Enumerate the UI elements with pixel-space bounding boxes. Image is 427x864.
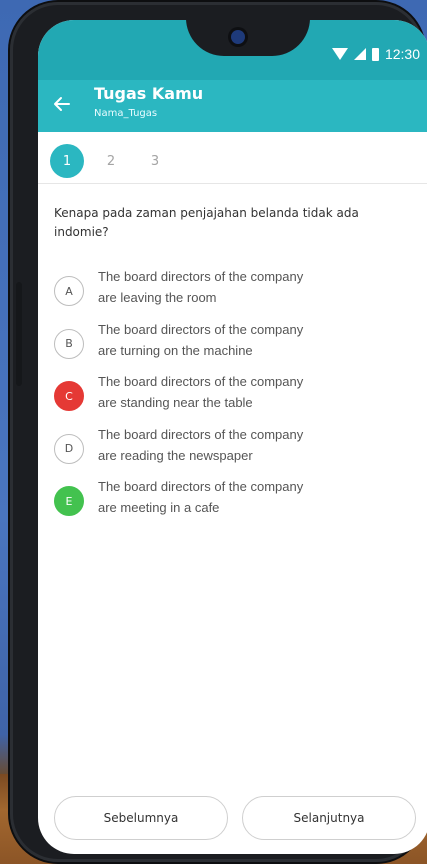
step-1[interactable]: 1	[50, 144, 84, 178]
option-line-2: are reading the newspaper	[98, 447, 253, 463]
option-line-1: The board directors of the company	[98, 479, 304, 494]
page-subtitle: Nama_Tugas	[94, 108, 158, 119]
option-letter-correct: E	[54, 486, 84, 516]
option-text: The board directors of the company are m…	[98, 476, 358, 518]
option-line-1: The board directors of the company	[98, 269, 304, 284]
option-text: The board directors of the company are l…	[98, 266, 358, 308]
option-line-1: The board directors of the company	[98, 321, 304, 337]
option-b[interactable]: B The board directors of the company are…	[54, 319, 394, 372]
arrow-left-icon	[54, 97, 70, 111]
option-line-1: The board directors of the company	[98, 426, 304, 442]
option-line-2: are meeting in a cafe	[98, 500, 220, 515]
front-camera	[231, 30, 245, 44]
question-stepper: 1 2 3	[38, 132, 427, 184]
camera-notch	[186, 20, 310, 56]
option-line-1: The board directors of the company	[98, 374, 304, 389]
phone-screen: 12:30 Tugas Kamu Nama_Tugas 1 2 3 Kenapa…	[38, 20, 427, 854]
option-letter: B	[54, 328, 84, 359]
wifi-icon	[331, 48, 348, 60]
phone-side-button	[16, 282, 22, 386]
battery-icon	[371, 47, 379, 61]
back-button[interactable]	[52, 94, 74, 116]
option-text: The board directors of the company are t…	[98, 319, 358, 361]
option-a[interactable]: A The board directors of the company are…	[54, 266, 394, 319]
option-c[interactable]: C The board directors of the company are…	[54, 371, 394, 424]
option-line-2: are turning on the machine	[98, 342, 253, 358]
option-e[interactable]: E The board directors of the company are…	[54, 476, 394, 529]
option-text: The board directors of the company are r…	[98, 424, 358, 466]
option-line-2: are standing near the table	[98, 395, 253, 410]
step-3[interactable]: 3	[138, 144, 172, 178]
signal-icon	[353, 48, 366, 60]
answer-options: A The board directors of the company are…	[54, 266, 394, 529]
option-letter: D	[54, 433, 84, 464]
next-button[interactable]: Selanjutnya	[242, 796, 416, 840]
option-text: The board directors of the company are s…	[98, 371, 358, 413]
previous-button[interactable]: Sebelumnya	[54, 796, 228, 840]
option-line-2: are leaving the room	[98, 290, 217, 305]
app-bar: Tugas Kamu Nama_Tugas	[38, 80, 427, 132]
option-letter-wrong: C	[54, 381, 84, 411]
phone-frame: 12:30 Tugas Kamu Nama_Tugas 1 2 3 Kenapa…	[10, 2, 427, 862]
step-2[interactable]: 2	[94, 144, 128, 178]
status-icons: 12:30	[331, 46, 420, 62]
status-time: 12:30	[384, 46, 420, 62]
page-title: Tugas Kamu	[94, 84, 204, 103]
question-text: Kenapa pada zaman penjajahan belanda tid…	[54, 206, 359, 239]
option-letter: A	[54, 276, 84, 306]
option-d[interactable]: D The board directors of the company are…	[54, 424, 394, 477]
